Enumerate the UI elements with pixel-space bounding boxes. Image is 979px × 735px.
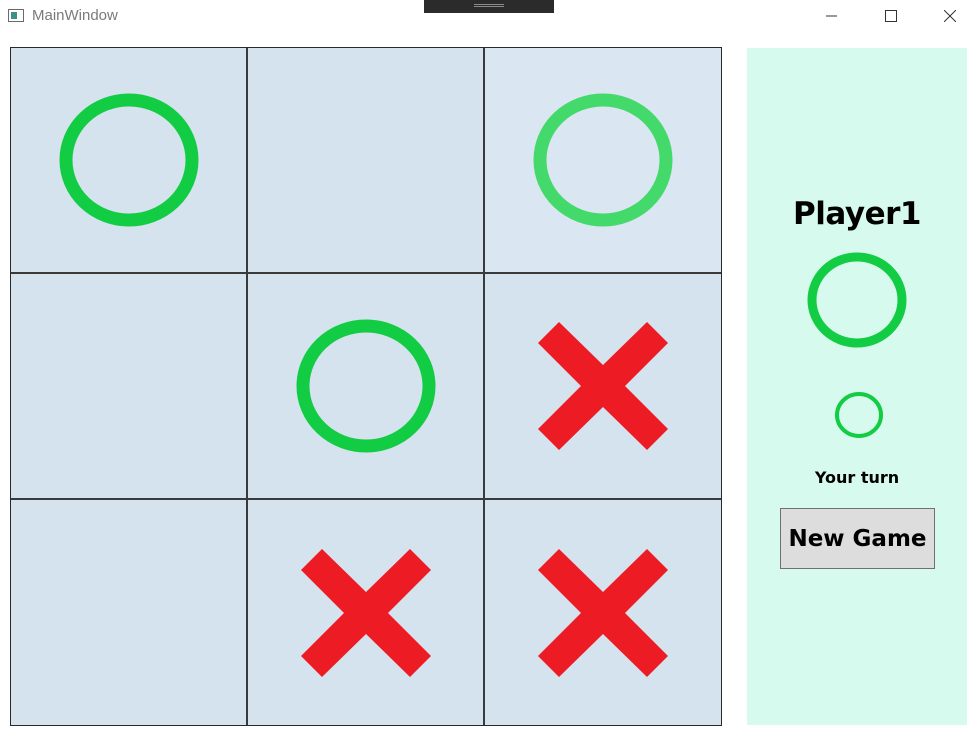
turn-symbol-o-icon xyxy=(835,392,883,438)
board-cell[interactable] xyxy=(248,48,485,274)
board-cell[interactable] xyxy=(11,274,248,500)
board-cell[interactable] xyxy=(248,274,485,500)
side-panel: Player1 Your turn New Game xyxy=(747,48,967,725)
window-title: MainWindow xyxy=(32,7,118,24)
drag-handle[interactable] xyxy=(424,0,554,13)
board-cell[interactable] xyxy=(248,500,485,725)
board-cell[interactable] xyxy=(485,274,721,500)
title-bar[interactable]: MainWindow xyxy=(0,0,979,33)
player-name: Player1 xyxy=(793,196,921,232)
board-cell[interactable] xyxy=(11,500,248,725)
minimize-icon xyxy=(826,15,837,17)
main-window: MainWindow Player1 Your turn New Game xyxy=(0,0,979,735)
o-mark-icon xyxy=(533,93,673,227)
x-mark-icon xyxy=(538,322,668,450)
board-cell[interactable] xyxy=(485,500,721,725)
board-cell[interactable] xyxy=(11,48,248,274)
board-cell[interactable] xyxy=(485,48,721,274)
x-mark-icon xyxy=(300,548,431,677)
o-mark-icon xyxy=(296,319,435,453)
o-mark-icon xyxy=(59,93,198,227)
close-icon xyxy=(944,10,956,22)
game-board xyxy=(10,47,722,726)
player-symbol-o-icon xyxy=(807,252,907,348)
maximize-icon xyxy=(885,10,897,22)
maximize-button[interactable] xyxy=(868,0,914,33)
new-game-button[interactable]: New Game xyxy=(780,508,935,569)
x-mark-icon xyxy=(538,548,668,677)
minimize-button[interactable] xyxy=(809,0,855,33)
turn-status: Your turn xyxy=(814,468,900,487)
app-icon xyxy=(8,9,24,22)
close-button[interactable] xyxy=(927,0,973,33)
